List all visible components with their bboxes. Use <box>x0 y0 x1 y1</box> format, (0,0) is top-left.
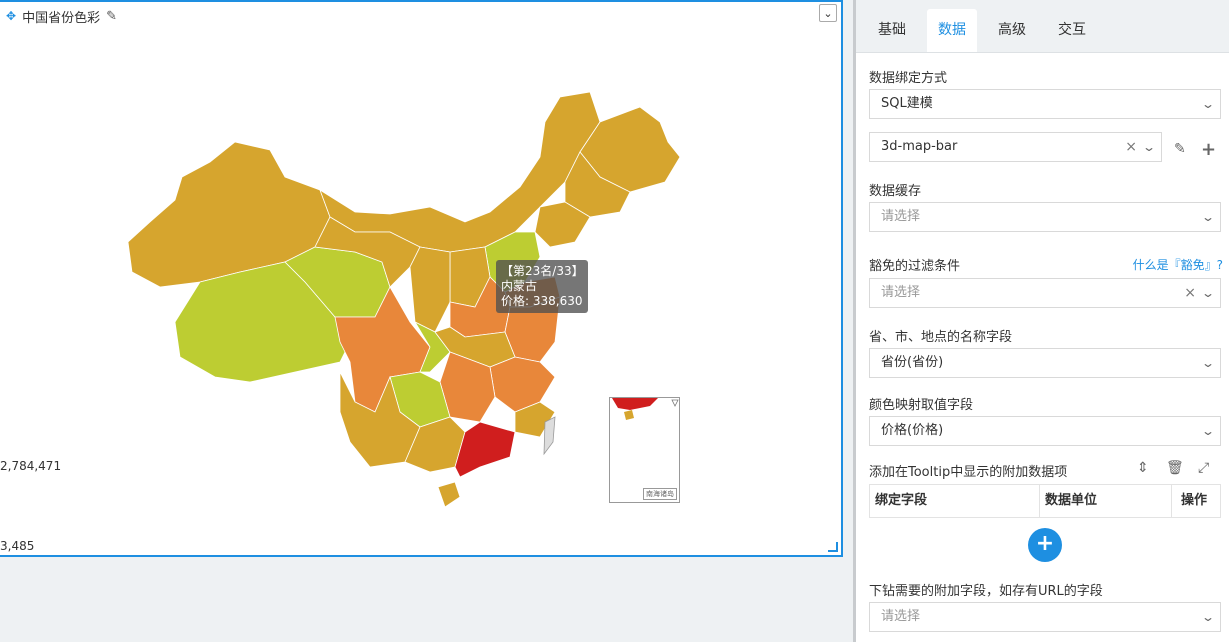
chevron-down-icon: ⌄ <box>1200 356 1216 370</box>
settings-tabs: 基础 数据 高级 交互 <box>856 0 1229 53</box>
table-header-action: 操作 <box>1181 493 1208 508</box>
chevron-down-icon: ⌄ <box>1141 140 1157 154</box>
tab-basic[interactable]: 基础 <box>867 9 917 52</box>
legend-max-value: 2,784,471 <box>0 459 62 473</box>
clear-icon[interactable]: × <box>1125 133 1137 161</box>
color-field-value: 价格(价格) <box>881 423 944 438</box>
map-widget[interactable]: ✥ 中国省份色彩 ✎ ⌄ 【第23名/33】 内蒙古 价格: 338,630 南… <box>0 0 843 557</box>
region-zhejiang-jiangxi[interactable] <box>489 356 556 413</box>
region-shaanxi[interactable] <box>409 246 451 333</box>
tooltip-rank: 【第23名/33】 <box>501 264 584 278</box>
name-field-select[interactable]: 省份(省份) ⌄ <box>869 348 1221 378</box>
add-icon[interactable]: + <box>1201 139 1216 160</box>
expand-icon[interactable]: ⤢ <box>1198 460 1209 476</box>
chevron-down-icon: ⌄ <box>1200 210 1216 224</box>
chevron-down-icon: ⌄ <box>823 6 833 20</box>
tooltip-items-label: 添加在Tooltip中显示的附加数据项 <box>869 465 1068 480</box>
drill-placeholder: 请选择 <box>881 609 921 624</box>
filter-placeholder: 请选择 <box>881 285 921 300</box>
resize-handle-icon[interactable] <box>828 542 838 552</box>
region-hainan[interactable] <box>437 481 461 508</box>
tab-interaction[interactable]: 交互 <box>1047 9 1097 52</box>
inset-marker <box>671 399 679 407</box>
tab-data[interactable]: 数据 <box>927 9 977 52</box>
chevron-down-icon: ⌄ <box>1200 610 1216 624</box>
cache-placeholder: 请选择 <box>881 209 921 224</box>
color-field-select[interactable]: 价格(价格) ⌄ <box>869 416 1221 446</box>
filter-label: 豁免的过滤条件 <box>869 259 961 274</box>
widget-menu-button[interactable]: ⌄ <box>819 4 837 22</box>
expand-icon[interactable]: ✥ <box>6 9 16 23</box>
dataset-value: 3d-map-bar <box>881 139 958 154</box>
inset-map <box>612 398 679 420</box>
inset-label: 南海诸岛 <box>643 488 677 500</box>
trash-icon[interactable]: 🗑 <box>1166 460 1184 476</box>
chevron-down-icon: ⌄ <box>1200 286 1216 300</box>
table-header-field: 绑定字段 <box>870 485 1040 517</box>
chevron-down-icon: ⌄ <box>1200 97 1216 111</box>
sort-icon[interactable]: ⇕ <box>1137 460 1149 476</box>
cache-select[interactable]: 请选择 ⌄ <box>869 202 1221 232</box>
filter-help-link[interactable]: 什么是『豁免』? <box>1133 256 1223 273</box>
region-guangdong[interactable] <box>454 421 516 478</box>
region-taiwan[interactable] <box>543 416 556 456</box>
inset-guangdong <box>612 398 658 410</box>
clear-icon[interactable]: × <box>1184 279 1196 307</box>
tab-advanced[interactable]: 高级 <box>987 9 1037 52</box>
map-tooltip: 【第23名/33】 内蒙古 价格: 338,630 <box>496 260 588 313</box>
legend-min-value: 3,485 <box>0 539 35 553</box>
filter-select[interactable]: 请选择 × ⌄ <box>869 278 1221 308</box>
china-map <box>127 91 680 508</box>
name-field-label: 省、市、地点的名称字段 <box>869 330 1013 345</box>
tooltip-items-table: 绑定字段 数据单位 操作 <box>869 484 1221 518</box>
settings-panel: 基础 数据 高级 交互 数据绑定方式 SQL建模 ⌄ 3d-map-bar × … <box>856 0 1229 642</box>
tooltip-province: 内蒙古 <box>501 279 538 293</box>
tooltip-price: 价格: 338,630 <box>501 294 583 308</box>
color-field-label: 颜色映射取值字段 <box>869 398 974 413</box>
cache-label: 数据缓存 <box>869 184 922 199</box>
plus-icon: + <box>1035 531 1055 556</box>
table-header-unit: 数据单位 <box>1040 485 1172 517</box>
inset-hainan <box>624 410 634 420</box>
widget-header: ✥ 中国省份色彩 ✎ <box>6 6 117 26</box>
edit-pencil-icon[interactable]: ✎ <box>1174 141 1186 157</box>
drill-label: 下钻需要的附加字段，如存有URL的字段 <box>869 584 1103 599</box>
dataset-select[interactable]: 3d-map-bar × ⌄ <box>869 132 1162 162</box>
name-field-value: 省份(省份) <box>881 355 944 370</box>
edit-pencil-icon[interactable]: ✎ <box>106 9 117 24</box>
binding-label: 数据绑定方式 <box>869 71 948 86</box>
south-china-sea-inset: 南海诸岛 <box>609 397 680 503</box>
binding-value: SQL建模 <box>881 96 933 111</box>
add-item-button[interactable]: + <box>1028 528 1062 562</box>
widget-title: 中国省份色彩 <box>22 10 101 26</box>
binding-select[interactable]: SQL建模 ⌄ <box>869 89 1221 119</box>
chevron-down-icon: ⌄ <box>1200 424 1216 438</box>
drill-select[interactable]: 请选择 ⌄ <box>869 602 1221 632</box>
